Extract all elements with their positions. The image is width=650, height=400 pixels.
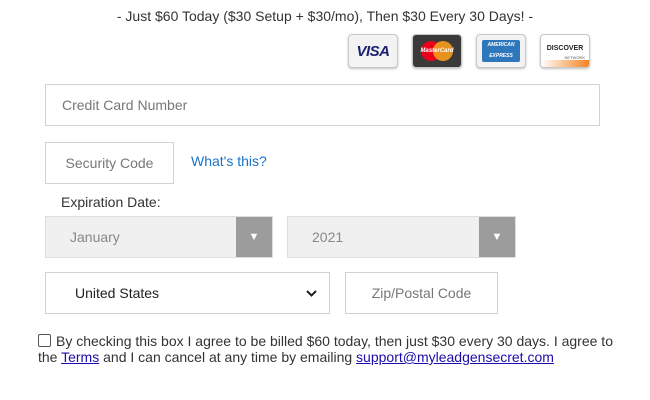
- expiration-month-value: January: [70, 229, 120, 245]
- support-email-link[interactable]: support@myleadgensecret.com: [356, 349, 554, 365]
- amex-logo-text: AMERICAN EXPRESS: [482, 40, 520, 62]
- country-value: United States: [75, 285, 160, 301]
- security-code-placeholder: Security Code: [65, 155, 154, 171]
- dropdown-arrow-icon[interactable]: ▼: [479, 217, 515, 257]
- zip-code-input[interactable]: Zip/Postal Code: [345, 272, 498, 314]
- card-number-input[interactable]: Credit Card Number: [45, 84, 600, 126]
- agreement-checkbox[interactable]: [38, 334, 51, 347]
- discover-logo: DISCOVER NETWORK: [540, 34, 590, 68]
- expiration-month-select[interactable]: January ▼: [45, 216, 273, 258]
- billing-agreement: By checking this box I agree to be bille…: [38, 333, 618, 365]
- pricing-headline: - Just $60 Today ($30 Setup + $30/mo), T…: [116, 8, 534, 24]
- agreement-text-2: and I can cancel at any time by emailing: [99, 349, 357, 365]
- dropdown-arrow-icon[interactable]: ▼: [236, 217, 272, 257]
- expiration-date-label: Expiration Date:: [61, 194, 161, 210]
- zip-code-placeholder: Zip/Postal Code: [371, 285, 472, 301]
- expiration-year-value: 2021: [312, 229, 344, 245]
- terms-link[interactable]: Terms: [61, 349, 99, 365]
- whats-this-link[interactable]: What's this?: [191, 153, 267, 169]
- mastercard-logo-text: MasterCard: [420, 48, 454, 54]
- discover-logo-text: DISCOVER: [546, 44, 584, 52]
- country-select[interactable]: United States: [45, 272, 330, 314]
- amex-logo: AMERICAN EXPRESS: [476, 34, 526, 68]
- card-logos: VISA MasterCard AMERICAN EXPRESS DISCOVE…: [348, 34, 590, 68]
- card-number-placeholder: Credit Card Number: [62, 97, 188, 113]
- expiration-year-select[interactable]: 2021 ▼: [287, 216, 516, 258]
- visa-logo: VISA: [348, 34, 398, 68]
- mastercard-logo: MasterCard: [412, 34, 462, 68]
- chevron-down-icon: [306, 286, 317, 300]
- visa-logo-text: VISA: [356, 42, 390, 60]
- discover-logo-subtext: NETWORK: [564, 55, 585, 60]
- security-code-input[interactable]: Security Code: [45, 142, 174, 184]
